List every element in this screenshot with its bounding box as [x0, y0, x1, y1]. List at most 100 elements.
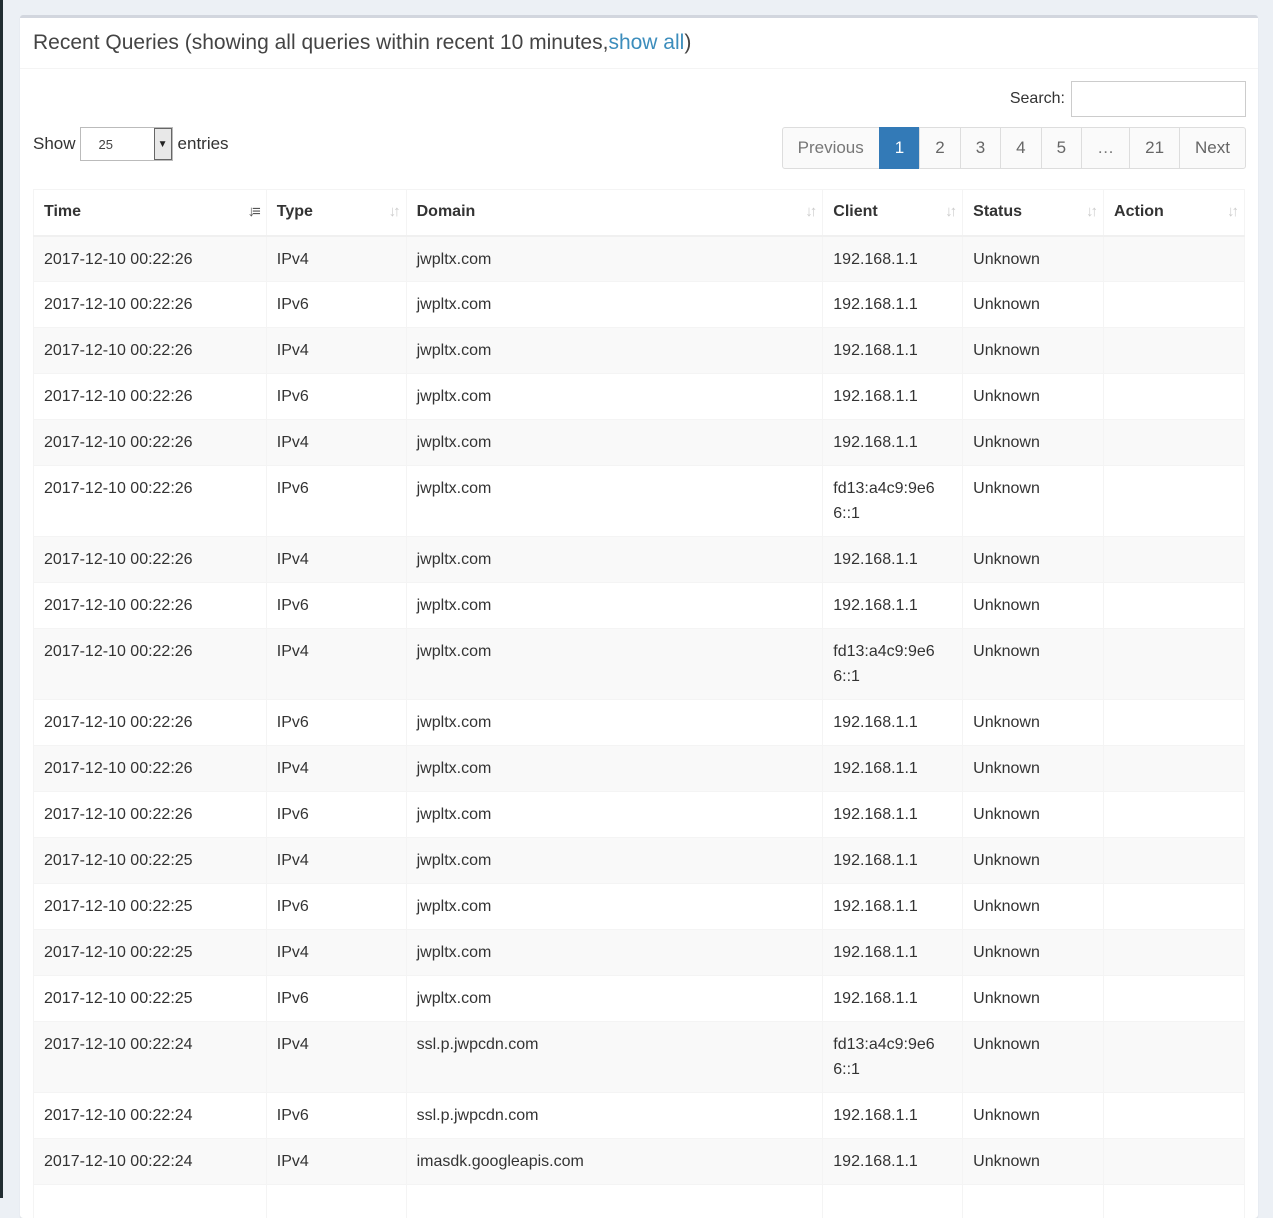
cell-time: 2017-12-10 00:22:24: [34, 1093, 267, 1139]
cell-domain: jwpltx.com: [406, 629, 823, 700]
cell-action: [1104, 1185, 1245, 1218]
table-row: 2017-12-10 00:22:25IPv6jwpltx.com192.168…: [34, 884, 1245, 930]
cell-type: IPv4: [266, 1022, 406, 1093]
pagination-page-1[interactable]: 1: [879, 127, 920, 169]
pagination-page-21[interactable]: 21: [1129, 127, 1180, 169]
sort-both-icon[interactable]: ↓↑: [1227, 203, 1236, 220]
cell-client: 192.168.1.1: [823, 838, 963, 884]
cell-action: [1104, 583, 1245, 629]
pagination-next-button[interactable]: Next: [1179, 127, 1246, 169]
cell-domain: jwpltx.com: [406, 792, 823, 838]
entries-select[interactable]: 25 ▼: [80, 127, 173, 161]
sort-both-icon[interactable]: ↓↑: [805, 203, 814, 220]
pagination-page-5[interactable]: 5: [1041, 127, 1082, 169]
cell-action: [1104, 282, 1245, 328]
cell-time: 2017-12-10 00:22:25: [34, 976, 267, 1022]
cell-status: Unknown: [963, 374, 1104, 420]
cell-type: IPv6: [266, 700, 406, 746]
cell-domain: imasdk.googleapis.com: [406, 1139, 823, 1185]
cell-action: [1104, 537, 1245, 583]
cell-type: IPv4: [266, 236, 406, 282]
cell-type: IPv4: [266, 838, 406, 884]
cell-status: Unknown: [963, 583, 1104, 629]
column-header-time[interactable]: Time ↓≡: [34, 190, 267, 236]
cell-status: Unknown: [963, 1022, 1104, 1093]
cell-domain: ssl.p.jwpcdn.com: [406, 1093, 823, 1139]
entries-length: Show 25 ▼ entries: [33, 127, 229, 161]
cell-domain: jwpltx.com: [406, 976, 823, 1022]
cell-client: fd13:a4c9:9e66::1: [823, 466, 963, 537]
cell-action: [1104, 466, 1245, 537]
cell-client: 192.168.1.1: [823, 537, 963, 583]
table-row: 2017-12-10 00:22:26IPv6jwpltx.com192.168…: [34, 374, 1245, 420]
cell-type: IPv4: [266, 420, 406, 466]
table-row: 2017-12-10 00:22:26IPv6jwpltx.comfd13:a4…: [34, 466, 1245, 537]
title-prefix: Recent Queries (showing all queries with…: [33, 31, 608, 55]
cell-time: 2017-12-10 00:22:25: [34, 884, 267, 930]
cell-status: Unknown: [963, 792, 1104, 838]
cell-time: 2017-12-10 00:22:25: [34, 838, 267, 884]
cell-time: 2017-12-10 00:22:25: [34, 930, 267, 976]
column-header-action[interactable]: Action↓↑: [1104, 190, 1245, 236]
cell-time: [34, 1185, 267, 1218]
cell-type: IPv4: [266, 1139, 406, 1185]
cell-type: IPv4: [266, 746, 406, 792]
cell-domain: jwpltx.com: [406, 374, 823, 420]
table-row: 2017-12-10 00:22:26IPv4jwpltx.comfd13:a4…: [34, 629, 1245, 700]
cell-type: IPv4: [266, 537, 406, 583]
table-body: 2017-12-10 00:22:26IPv4jwpltx.com192.168…: [34, 236, 1245, 1218]
cell-action: [1104, 420, 1245, 466]
sort-both-icon[interactable]: ↓↑: [389, 203, 398, 220]
cell-client: 192.168.1.1: [823, 1139, 963, 1185]
cell-action: [1104, 792, 1245, 838]
cell-action: [1104, 1093, 1245, 1139]
cell-domain: jwpltx.com: [406, 282, 823, 328]
column-header-type[interactable]: Type↓↑: [266, 190, 406, 236]
table-controls: Search: Show 25 ▼ entries Previous12345……: [20, 69, 1258, 186]
cell-time: 2017-12-10 00:22:24: [34, 1139, 267, 1185]
cell-status: Unknown: [963, 537, 1104, 583]
show-all-link[interactable]: show all: [608, 31, 684, 55]
cell-client: 192.168.1.1: [823, 374, 963, 420]
cell-time: 2017-12-10 00:22:24: [34, 1022, 267, 1093]
cell-action: [1104, 976, 1245, 1022]
cell-action: [1104, 374, 1245, 420]
cell-status: Unknown: [963, 976, 1104, 1022]
table-header-row: Time ↓≡ Type↓↑Domain↓↑Client↓↑Status↓↑Acti…: [34, 190, 1245, 236]
table-row: 2017-12-10 00:22:26IPv6jwpltx.com192.168…: [34, 583, 1245, 629]
cell-time: 2017-12-10 00:22:26: [34, 374, 267, 420]
cell-domain: jwpltx.com: [406, 930, 823, 976]
cell-action: [1104, 838, 1245, 884]
entries-select-value: 25: [99, 137, 113, 152]
cell-type: IPv6: [266, 466, 406, 537]
pagination-page-2[interactable]: 2: [919, 127, 960, 169]
column-header-status[interactable]: Status↓↑: [963, 190, 1104, 236]
pagination-previous-button[interactable]: Previous: [782, 127, 880, 169]
column-header-client[interactable]: Client↓↑: [823, 190, 963, 236]
cell-domain: jwpltx.com: [406, 537, 823, 583]
search-input[interactable]: [1071, 81, 1246, 117]
pagination-ellipsis[interactable]: …: [1081, 127, 1130, 169]
cell-type: IPv4: [266, 629, 406, 700]
cell-status: Unknown: [963, 930, 1104, 976]
table-row: 2017-12-10 00:22:26IPv6jwpltx.com192.168…: [34, 282, 1245, 328]
sort-both-icon[interactable]: ↓↑: [1086, 203, 1095, 220]
column-header-label: Time: [44, 203, 81, 220]
pagination-page-3[interactable]: 3: [960, 127, 1001, 169]
pagination-page-4[interactable]: 4: [1000, 127, 1041, 169]
cell-status: Unknown: [963, 466, 1104, 537]
cell-time: 2017-12-10 00:22:26: [34, 583, 267, 629]
column-header-domain[interactable]: Domain↓↑: [406, 190, 823, 236]
sidebar-edge: [0, 0, 3, 1198]
cell-domain: jwpltx.com: [406, 328, 823, 374]
cell-client: [823, 1185, 963, 1218]
cell-status: Unknown: [963, 328, 1104, 374]
cell-client: fd13:a4c9:9e66::1: [823, 629, 963, 700]
caret-down-icon[interactable]: ▼: [154, 128, 172, 160]
cell-type: IPv4: [266, 930, 406, 976]
cell-status: [963, 1185, 1104, 1218]
sort-amount-desc-icon[interactable]: ↓≡: [248, 203, 258, 220]
table-row: 2017-12-10 00:22:24IPv6ssl.p.jwpcdn.com1…: [34, 1093, 1245, 1139]
cell-time: 2017-12-10 00:22:26: [34, 700, 267, 746]
sort-both-icon[interactable]: ↓↑: [945, 203, 954, 220]
